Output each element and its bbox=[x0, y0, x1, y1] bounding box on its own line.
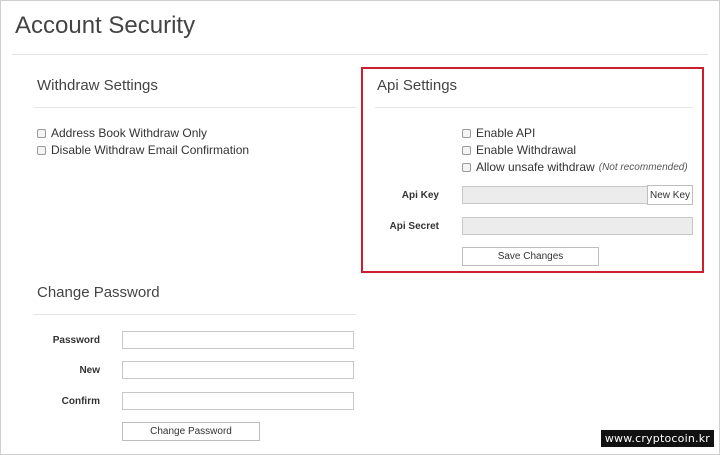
enable-api-label: Enable API bbox=[476, 126, 536, 140]
api-key-label: Api Key bbox=[401, 190, 439, 201]
change-password-divider bbox=[34, 314, 356, 315]
api-settings-divider bbox=[375, 107, 693, 108]
new-password-label: New bbox=[79, 365, 100, 376]
change-password-title: Change Password bbox=[37, 284, 160, 301]
withdraw-settings-title: Withdraw Settings bbox=[37, 77, 158, 94]
confirm-password-field[interactable] bbox=[122, 392, 354, 410]
page-title: Account Security bbox=[15, 12, 196, 39]
allow-unsafe-withdraw-option[interactable]: Allow unsafe withdraw (Not recommended) bbox=[462, 160, 688, 174]
allow-unsafe-withdraw-label: Allow unsafe withdraw bbox=[476, 160, 595, 174]
save-changes-button[interactable]: Save Changes bbox=[462, 247, 599, 266]
enable-api-checkbox[interactable] bbox=[462, 128, 471, 138]
api-settings-title: Api Settings bbox=[377, 77, 458, 94]
new-key-button[interactable]: New Key bbox=[647, 185, 693, 205]
enable-api-option[interactable]: Enable API bbox=[462, 126, 535, 140]
disable-withdraw-email-confirmation-label: Disable Withdraw Email Confirmation bbox=[51, 143, 250, 157]
allow-unsafe-withdraw-checkbox[interactable] bbox=[462, 162, 471, 172]
enable-withdrawal-option[interactable]: Enable Withdrawal bbox=[462, 143, 576, 157]
address-book-withdraw-only-option[interactable]: Address Book Withdraw Only bbox=[37, 126, 207, 140]
disable-withdraw-email-confirmation-option[interactable]: Disable Withdraw Email Confirmation bbox=[37, 143, 249, 157]
api-secret-label: Api Secret bbox=[389, 221, 439, 232]
not-recommended-note: (Not recommended) bbox=[598, 161, 688, 173]
enable-withdrawal-checkbox[interactable] bbox=[462, 145, 471, 155]
api-secret-field[interactable] bbox=[462, 217, 693, 235]
disable-withdraw-email-confirmation-checkbox[interactable] bbox=[37, 145, 46, 155]
withdraw-settings-divider bbox=[34, 107, 356, 108]
title-divider bbox=[12, 54, 708, 55]
current-password-field[interactable] bbox=[122, 331, 354, 349]
enable-withdrawal-label: Enable Withdrawal bbox=[476, 143, 577, 157]
address-book-withdraw-only-checkbox[interactable] bbox=[37, 128, 46, 138]
address-book-withdraw-only-label: Address Book Withdraw Only bbox=[51, 126, 208, 140]
watermark: www.cryptocoin.kr bbox=[600, 430, 714, 447]
api-key-field[interactable] bbox=[462, 186, 648, 204]
change-password-button[interactable]: Change Password bbox=[122, 422, 260, 441]
confirm-password-label: Confirm bbox=[61, 396, 100, 407]
new-password-field[interactable] bbox=[122, 361, 354, 379]
password-label: Password bbox=[52, 335, 100, 346]
